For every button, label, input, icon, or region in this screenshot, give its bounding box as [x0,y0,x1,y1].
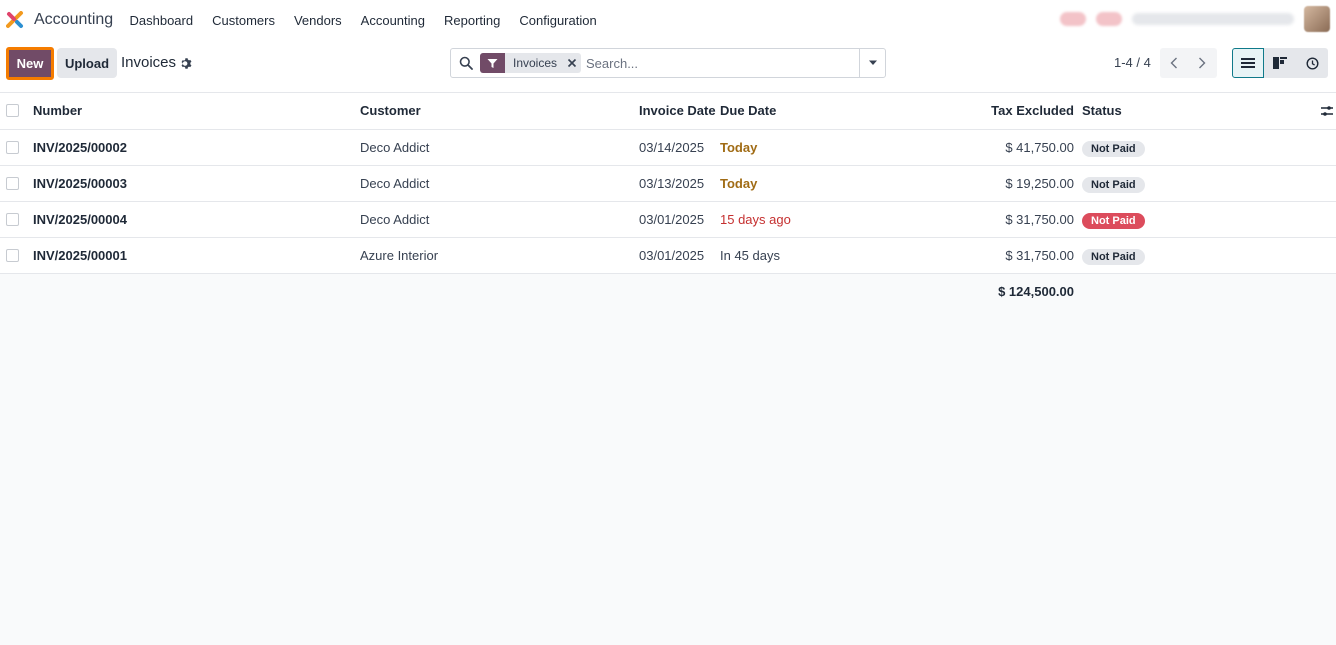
cell-due-date: 15 days ago [720,212,791,227]
accounting-app-icon[interactable] [6,11,24,29]
filter-icon [480,53,505,73]
cell-invoice-date: 03/01/2025 [639,212,705,227]
column-header-status[interactable]: Status [1082,93,1122,130]
cell-status: Not Paid [1082,202,1145,238]
chevron-right-icon [1199,57,1206,69]
row-checkbox[interactable] [6,213,19,226]
search-options-toggle[interactable] [859,49,885,77]
cell-due-date: In 45 days [720,248,780,263]
messaging-icon[interactable] [1060,12,1086,26]
cell-status: Not Paid [1082,238,1145,274]
cell-invoice-date: 03/13/2025 [639,176,705,191]
table-row[interactable]: INV/2025/00004 Deco Addict 03/01/2025 15… [0,202,1336,238]
optional-columns-icon[interactable] [1320,104,1334,118]
cell-number: INV/2025/00002 [33,140,127,155]
gear-icon[interactable] [180,57,193,70]
systray [1060,6,1330,32]
row-checkbox[interactable] [6,141,19,154]
nav-item-configuration[interactable]: Configuration [510,0,606,41]
cell-tax-excluded: $ 41,750.00 [1005,140,1074,155]
search-facet: Invoices [480,53,582,73]
table-row[interactable]: INV/2025/00003 Deco Addict 03/13/2025 To… [0,166,1336,202]
nav-item-reporting[interactable]: Reporting [435,0,510,41]
column-header-customer[interactable]: Customer [360,93,421,130]
cell-tax-excluded: $ 19,250.00 [1005,176,1074,191]
nav-item-accounting[interactable]: Accounting [351,0,434,41]
pager-value[interactable]: 1-4 / 4 [1114,55,1151,70]
user-avatar[interactable] [1304,6,1330,32]
cell-invoice-date: 03/01/2025 [639,248,705,263]
search-input[interactable] [586,53,856,73]
list-icon [1241,58,1255,68]
row-checkbox[interactable] [6,249,19,262]
table-row[interactable]: INV/2025/00002 Deco Addict 03/14/2025 To… [0,130,1336,166]
nav-item-dashboard[interactable]: Dashboard [120,0,203,41]
pager-buttons [1160,48,1217,78]
pager-next-button[interactable] [1188,48,1216,78]
cell-status: Not Paid [1082,130,1145,166]
cell-number: INV/2025/00004 [33,212,127,227]
activity-icon[interactable] [1096,12,1122,26]
nav-item-customers[interactable]: Customers [203,0,285,41]
page-title: Invoices [121,54,177,71]
select-all-checkbox[interactable] [6,104,19,117]
control-panel: New Upload Invoices Invoices 1-4 / 4 [0,41,1336,93]
cell-number: INV/2025/00003 [33,176,127,191]
facet-label: Invoices [513,56,558,70]
clock-icon [1305,56,1319,70]
chevron-left-icon [1170,57,1177,69]
facet-close-icon[interactable] [563,53,581,73]
new-button[interactable]: New [6,47,54,80]
status-badge: Not Paid [1082,212,1145,229]
app-name[interactable]: Accounting [34,11,113,29]
invoice-list: Number Customer Invoice Date Due Date Ta… [0,93,1336,310]
cell-invoice-date: 03/14/2025 [639,140,705,155]
view-switcher [1232,48,1328,78]
column-header-tax-excluded[interactable]: Tax Excluded [991,93,1074,130]
table-header: Number Customer Invoice Date Due Date Ta… [0,93,1336,130]
main-navbar: Accounting Dashboard Customers Vendors A… [0,0,1336,41]
cell-tax-excluded: $ 31,750.00 [1005,212,1074,227]
caret-down-icon [868,60,877,65]
table-footer: $ 124,500.00 [0,274,1336,310]
cell-customer: Deco Addict [360,212,430,227]
activity-view-button[interactable] [1296,48,1328,78]
nav-menu: Dashboard Customers Vendors Accounting R… [120,0,606,41]
search-bar: Invoices [450,48,886,78]
column-header-invoice-date[interactable]: Invoice Date [639,93,716,130]
cell-customer: Deco Addict [360,176,430,191]
list-view-button[interactable] [1232,48,1264,78]
pager-previous-button[interactable] [1160,48,1188,78]
table-row[interactable]: INV/2025/00001 Azure Interior 03/01/2025… [0,238,1336,274]
cell-status: Not Paid [1082,166,1145,202]
new-button-label: New [16,56,44,71]
column-header-due-date[interactable]: Due Date [720,93,776,130]
total-tax-excluded: $ 124,500.00 [998,284,1074,299]
column-header-number[interactable]: Number [33,93,82,130]
cell-customer: Azure Interior [360,248,439,263]
cell-tax-excluded: $ 31,750.00 [1005,248,1074,263]
cell-customer: Deco Addict [360,140,430,155]
status-badge: Not Paid [1082,176,1145,193]
company-switcher[interactable] [1132,13,1294,25]
nav-item-vendors[interactable]: Vendors [284,0,351,41]
status-badge: Not Paid [1082,248,1145,265]
search-icon[interactable] [459,56,473,70]
row-checkbox[interactable] [6,177,19,190]
upload-button[interactable]: Upload [57,48,117,78]
kanban-view-button[interactable] [1264,48,1296,78]
cell-due-date: Today [720,140,758,155]
cell-number: INV/2025/00001 [33,248,127,263]
kanban-icon [1273,57,1287,69]
cell-due-date: Today [720,176,758,191]
status-badge: Not Paid [1082,140,1145,157]
